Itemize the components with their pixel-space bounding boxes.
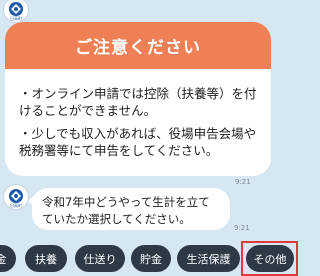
notice-card-body: ・オンライン申請では控除（扶養等）を付けることができません。 ・少しでも収入があ…	[5, 69, 271, 159]
notice-timestamp: 9:21	[235, 178, 251, 186]
message-bubble: 令和7年中どうやって生計を立てていたか選択してください。	[28, 188, 230, 230]
notice-paragraph-2: ・少しでも収入があれば、役場申告会場や税務署等にて申告をしてください。	[19, 126, 257, 158]
quick-reply-shiokuri[interactable]: 仕送り	[75, 245, 125, 272]
quick-reply-fuyou[interactable]: 扶養	[25, 245, 67, 272]
avatar-label: 日高町	[10, 16, 22, 21]
notice-card-header: ご注意ください	[5, 22, 271, 69]
selection-highlight	[241, 241, 298, 276]
notice-paragraph-1: ・オンライン申請では控除（扶養等）を付けることができません。	[19, 86, 257, 118]
notice-card: ご注意ください ・オンライン申請では控除（扶養等）を付けることができません。 ・…	[5, 22, 271, 176]
message-text: 令和7年中どうやって生計を立てていたか選択してください。	[42, 195, 210, 226]
avatar-label: 日高町	[10, 203, 22, 208]
quick-reply-chokin[interactable]: 貯金	[131, 245, 171, 272]
notice-title: ご注意ください	[75, 38, 201, 58]
quick-reply-seikatsuhogo[interactable]: 生活保護	[177, 245, 240, 272]
quick-reply-bar: 金 扶養 仕送り 貯金 生活保護 その他	[0, 241, 300, 276]
message-timestamp: 9:21	[234, 224, 250, 232]
bot-avatar[interactable]: 日高町	[4, 0, 28, 22]
quick-reply-kin[interactable]: 金	[0, 245, 16, 272]
bot-avatar[interactable]: 日高町	[4, 185, 28, 209]
